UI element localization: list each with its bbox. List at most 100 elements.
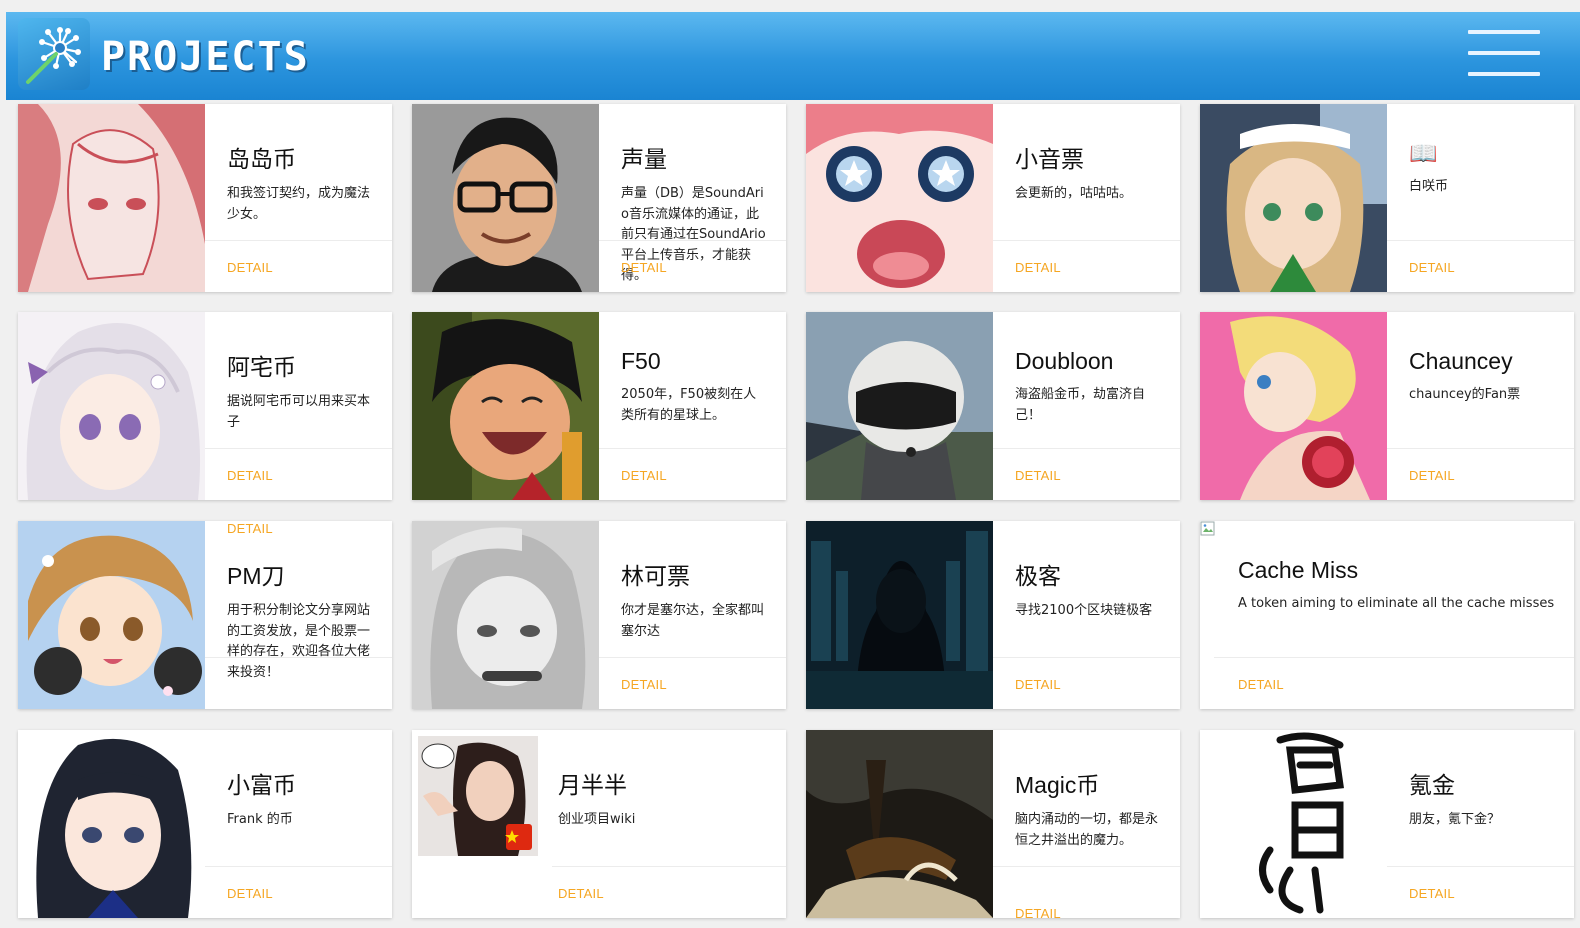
project-card[interactable]: 林可票 你才是塞尔达，全家都叫塞尔达 DETAIL: [412, 521, 786, 709]
detail-button[interactable]: DETAIL: [621, 677, 667, 692]
project-title: 声量: [621, 146, 667, 172]
card-divider: [1387, 448, 1574, 449]
project-thumbnail: [18, 521, 205, 709]
detail-button[interactable]: DETAIL: [227, 260, 273, 275]
detail-button[interactable]: DETAIL: [558, 886, 604, 901]
detail-button[interactable]: DETAIL: [1015, 468, 1061, 483]
project-title: Magic币: [1015, 772, 1100, 798]
card-divider: [1214, 657, 1574, 658]
detail-button[interactable]: DETAIL: [227, 886, 273, 901]
hamburger-menu-icon[interactable]: [1468, 30, 1540, 80]
project-thumbnail: [18, 104, 205, 292]
card-divider: [993, 448, 1180, 449]
project-thumbnail: [18, 312, 205, 500]
project-card[interactable]: 📖 白咲币 DETAIL: [1200, 104, 1574, 292]
card-divider: [205, 240, 392, 241]
card-divider: [205, 448, 392, 449]
project-card[interactable]: 极客 寻找2100个区块链极客 DETAIL: [806, 521, 1180, 709]
card-divider: [599, 448, 786, 449]
project-card[interactable]: Magic币 脑内涌动的一切，都是永恒之井溢出的魔力。 DETAIL: [806, 730, 1180, 921]
detail-button[interactable]: DETAIL: [1015, 677, 1061, 692]
project-description: 寻找2100个区块链极客: [1015, 603, 1153, 618]
detail-button[interactable]: DETAIL: [1409, 468, 1455, 483]
project-description: 据说阿宅币可以用来买本子: [227, 394, 371, 430]
project-description: 2050年，F50被刻在人类所有的星球上。: [621, 387, 757, 423]
project-card[interactable]: PM刀 用于积分制论文分享网站的工资发放，是个股票一样的存在，欢迎各位大佬来投资…: [18, 521, 392, 709]
project-description: chauncey的Fan票: [1409, 387, 1521, 402]
project-title: 氪金: [1409, 772, 1455, 798]
project-title: 极客: [1015, 563, 1061, 589]
project-thumbnail: [1200, 104, 1387, 292]
project-description: 会更新的，咕咕咕。: [1015, 186, 1133, 201]
card-divider: [599, 240, 786, 241]
detail-button[interactable]: DETAIL: [1015, 260, 1061, 275]
project-description: Frank 的币: [227, 812, 293, 827]
top-app-bar: PROJECTS: [6, 12, 1580, 100]
project-grid: 岛岛币 和我签订契约，成为魔法少女。 DETAIL 声量 声量（DB）是Soun…: [18, 104, 1580, 928]
detail-button[interactable]: DETAIL: [621, 260, 667, 275]
project-thumbnail: [1200, 730, 1387, 918]
project-title: 月半半: [558, 772, 627, 798]
page-title: PROJECTS: [101, 34, 310, 80]
card-divider: [1387, 240, 1574, 241]
card-divider: [599, 657, 786, 658]
project-title: 阿宅币: [227, 354, 296, 380]
detail-button[interactable]: DETAIL: [621, 468, 667, 483]
project-thumbnail: [18, 730, 205, 918]
card-divider: [993, 657, 1180, 658]
dandelion-logo-icon[interactable]: [18, 18, 90, 90]
project-title: F50: [621, 348, 661, 374]
project-thumbnail: [412, 104, 599, 292]
project-title: 林可票: [621, 563, 690, 589]
project-title: 📖: [1409, 140, 1438, 166]
project-card[interactable]: 岛岛币 和我签订契约，成为魔法少女。 DETAIL: [18, 104, 392, 292]
project-thumbnail: [806, 521, 993, 709]
detail-button[interactable]: DETAIL: [1409, 886, 1455, 901]
project-card[interactable]: 氪金 朋友，氪下金？ DETAIL: [1200, 730, 1574, 918]
project-card[interactable]: 阿宅币 据说阿宅币可以用来买本子 DETAIL: [18, 312, 392, 500]
detail-button[interactable]: DETAIL: [227, 521, 273, 536]
broken-image-icon: [1200, 521, 1216, 537]
project-title: PM刀: [227, 563, 285, 589]
project-card[interactable]: F50 2050年，F50被刻在人类所有的星球上。 DETAIL: [412, 312, 786, 500]
project-card[interactable]: 小富币 Frank 的币 DETAIL: [18, 730, 392, 918]
project-title: Chauncey: [1409, 348, 1513, 374]
project-description: A token aiming to eliminate all the cach…: [1238, 596, 1555, 611]
project-description: 白咲币: [1409, 179, 1449, 194]
project-description: 脑内涌动的一切，都是永恒之井溢出的魔力。: [1015, 812, 1159, 848]
project-thumbnail: [412, 521, 599, 709]
detail-button[interactable]: DETAIL: [227, 468, 273, 483]
project-title: 岛岛币: [227, 146, 296, 172]
project-description: 创业项目wiki: [558, 812, 636, 827]
project-title: Doubloon: [1015, 348, 1114, 374]
project-title: 小富币: [227, 772, 296, 798]
detail-button[interactable]: DETAIL: [1409, 260, 1455, 275]
project-thumbnail: [418, 736, 538, 856]
project-description: 你才是塞尔达，全家都叫塞尔达: [621, 603, 765, 639]
project-title: 小音票: [1015, 146, 1084, 172]
project-card[interactable]: Cache Miss A token aiming to eliminate a…: [1200, 521, 1574, 709]
project-card[interactable]: 月半半 创业项目wiki DETAIL: [412, 730, 786, 918]
card-divider: [552, 866, 786, 867]
project-description: 朋友，氪下金？: [1409, 812, 1501, 827]
project-description: 用于积分制论文分享网站的工资发放，是个股票一样的存在，欢迎各位大佬来投资！: [227, 603, 371, 680]
detail-button[interactable]: DETAIL: [1238, 677, 1284, 692]
project-description: 和我签订契约，成为魔法少女。: [227, 186, 371, 222]
project-card[interactable]: 声量 声量（DB）是SoundArio音乐流媒体的通证，此前只有通过在Sound…: [412, 104, 786, 292]
detail-button[interactable]: DETAIL: [1015, 906, 1061, 921]
card-divider: [993, 240, 1180, 241]
project-thumbnail: [806, 730, 993, 918]
project-card[interactable]: 小音票 会更新的，咕咕咕。 DETAIL: [806, 104, 1180, 292]
card-divider: [205, 866, 392, 867]
project-thumbnail: [412, 312, 599, 500]
project-thumbnail: [1200, 312, 1387, 500]
project-title: Cache Miss: [1238, 557, 1359, 583]
project-card[interactable]: Chauncey chauncey的Fan票 DETAIL: [1200, 312, 1574, 500]
project-description: 海盗船金币，劫富济自己！: [1015, 387, 1146, 423]
card-divider: [205, 657, 392, 658]
card-divider: [993, 866, 1180, 867]
project-thumbnail: [806, 312, 993, 500]
project-card[interactable]: Doubloon 海盗船金币，劫富济自己！ DETAIL: [806, 312, 1180, 500]
project-thumbnail: [806, 104, 993, 292]
card-divider: [1387, 866, 1574, 867]
